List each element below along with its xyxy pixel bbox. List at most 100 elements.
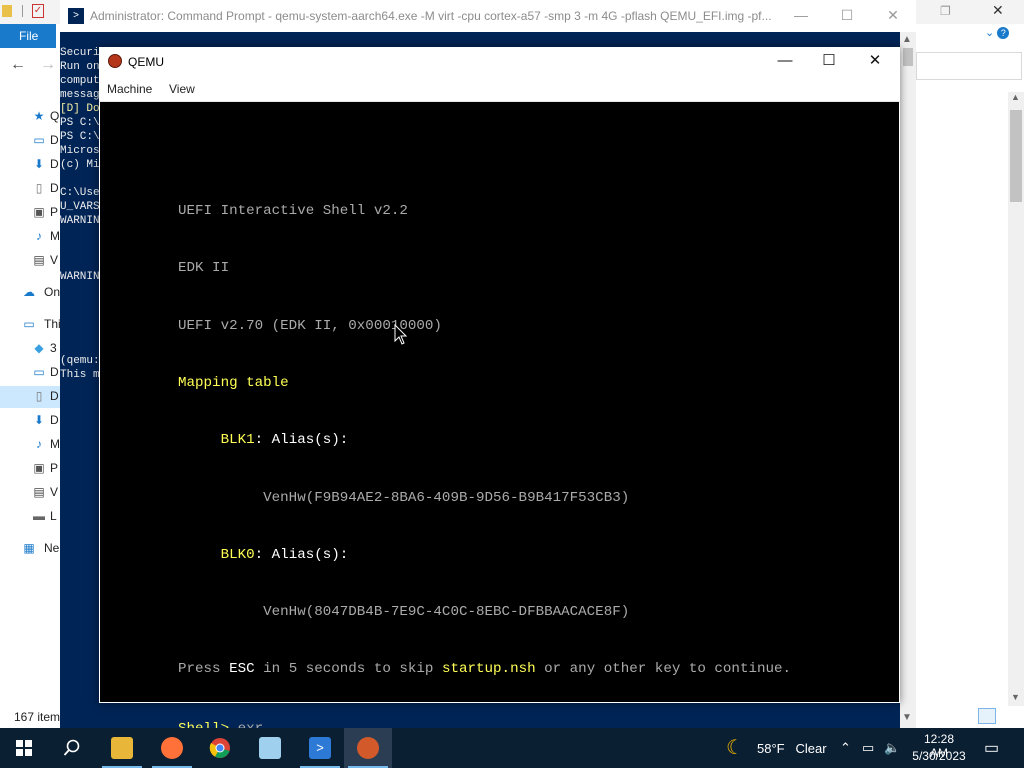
document-icon: ▯ [35, 389, 43, 403]
cmd-output-line: WARNIN [60, 271, 100, 283]
navigation-pane: ★ Qu ▭ D ⬇ D ▯ D ▣ P ♪ M ▤ V ☁ On ▭ Thi … [0, 100, 66, 700]
nav-item-videos[interactable]: ▤ V [0, 250, 60, 272]
music-icon: ♪ [36, 437, 42, 451]
details-view-icon[interactable] [978, 708, 996, 724]
maximize-button[interactable]: ☐ [824, 0, 870, 32]
cmd-output-line: Securi [60, 47, 100, 59]
scroll-up-icon[interactable]: ▲ [902, 34, 912, 45]
moon-icon[interactable]: ☾ [726, 737, 748, 759]
back-arrow-icon[interactable]: ← [10, 56, 26, 74]
clock-date[interactable]: 5/30/2023 [910, 749, 968, 763]
start-button[interactable] [0, 728, 48, 768]
scroll-down-icon[interactable]: ▼ [1011, 692, 1020, 702]
nav-item-desktop-2[interactable]: ▭ D [0, 362, 60, 384]
nav-item-documents[interactable]: ▯ D [0, 178, 60, 200]
notification-icon[interactable]: ▭ [984, 738, 999, 758]
close-button[interactable]: ✕ [852, 47, 898, 77]
cmd-scrollbar[interactable] [900, 32, 916, 730]
weather-temperature: 58°F [757, 741, 785, 756]
nav-item-this-pc[interactable]: ▭ Thi [0, 314, 60, 336]
desktop-icon: ▭ [33, 365, 45, 379]
countdown-text-a: Press [178, 661, 230, 678]
taskbar-file-explorer[interactable] [98, 728, 146, 768]
esc-key-label: ESC [229, 661, 255, 678]
scrollbar-thumb[interactable] [1010, 110, 1022, 202]
scrollbar-thumb[interactable] [903, 48, 913, 66]
qemu-titlebar[interactable]: QEMU — ☐ ✕ [99, 47, 900, 77]
folder-icon [2, 5, 12, 17]
close-button[interactable]: ✕ [870, 0, 916, 32]
weather-widget[interactable]: 58°F Clear [757, 741, 827, 756]
cmd-output-line: WARNIN [60, 215, 100, 227]
download-icon: ⬇ [33, 157, 45, 171]
view-toggle [976, 706, 1022, 726]
restore-icon[interactable]: ❐ [940, 4, 951, 18]
countdown-text-b: in 5 seconds to skip [254, 661, 442, 678]
menu-machine[interactable]: Machine [107, 82, 152, 96]
cmd-output-line: [D] Do [60, 103, 100, 115]
nav-item-pictures-2[interactable]: ▣ P [0, 458, 60, 480]
minimize-button[interactable]: — [762, 47, 808, 77]
cmd-output-line: This m [60, 369, 100, 381]
nav-item-quick-access[interactable]: ★ Qu [0, 106, 66, 128]
startup-countdown-line: Press ESC in 5 seconds to skip startup.n… [178, 660, 791, 679]
cmd-output-line: PS C:\ [60, 117, 100, 129]
taskbar-chrome[interactable] [196, 728, 244, 768]
cmd-output-line [60, 256, 100, 270]
close-icon[interactable]: ✕ [992, 2, 1004, 19]
nav-item-desktop[interactable]: ▭ D [0, 130, 60, 152]
nav-item-documents-2[interactable]: ▯ D [0, 386, 60, 408]
nav-item-music[interactable]: ♪ M [0, 226, 60, 248]
cmd-output-line: (qemu: [60, 355, 100, 367]
taskbar-notepad[interactable] [246, 728, 294, 768]
scroll-up-icon[interactable]: ▲ [1011, 92, 1020, 102]
nav-item-music-2[interactable]: ♪ M [0, 434, 60, 456]
nav-item-local-disk[interactable]: ▬ L [0, 506, 60, 528]
network-icon[interactable]: ▭ [862, 740, 874, 756]
folder-icon [111, 737, 133, 759]
file-tab[interactable]: File [0, 24, 56, 48]
cmd-output-line: U_VARS [60, 201, 100, 213]
notepad-icon [259, 737, 281, 759]
music-icon: ♪ [36, 229, 42, 243]
qemu-display[interactable]: UEFI Interactive Shell v2.2 EDK II UEFI … [100, 102, 899, 737]
blk1-device-line: VenHw(F9B94AE2-8BA6-409B-9D56-B9B417F53C… [178, 489, 791, 508]
nav-item-downloads[interactable]: ⬇ D [0, 154, 60, 176]
minimize-button[interactable]: — [778, 0, 824, 32]
disk-icon: ▬ [33, 509, 45, 523]
qemu-window: QEMU — ☐ ✕ Machine View UEFI Interactive… [99, 47, 900, 737]
desktop-icon: ▭ [33, 133, 45, 147]
speaker-muted-icon[interactable]: 🔈 [884, 740, 900, 756]
forward-arrow-icon[interactable]: → [40, 56, 56, 74]
uefi-shell-output: UEFI Interactive Shell v2.2 EDK II UEFI … [178, 164, 791, 775]
nav-item-3d-objects[interactable]: ◆ 3 [0, 338, 60, 360]
cmd-output: Securi Run on comput messag [D] Do PS C:\ PS C… [60, 46, 100, 382]
menu-view[interactable]: View [169, 82, 195, 96]
checklist-icon[interactable]: ✓ [32, 4, 44, 18]
cmd-window-title: Administrator: Command Prompt - qemu-sys… [90, 9, 772, 23]
blk1-alias: : Alias(s): [254, 432, 349, 449]
document-icon: ▯ [35, 181, 43, 195]
nav-item-videos-2[interactable]: ▤ V [0, 482, 60, 504]
help-icon[interactable]: ? [997, 27, 1010, 39]
search-button[interactable] [48, 728, 96, 768]
nav-item-network[interactable]: ▦ Ne [0, 538, 60, 560]
nav-item-downloads-2[interactable]: ⬇ D [0, 410, 60, 432]
nav-item-pictures[interactable]: ▣ P [0, 202, 60, 224]
chevron-up-icon[interactable]: ⌃ [840, 740, 851, 756]
scroll-down-icon[interactable]: ▼ [902, 712, 912, 723]
cmd-titlebar[interactable]: > Administrator: Command Prompt - qemu-s… [60, 0, 916, 32]
taskbar-firefox[interactable] [148, 728, 196, 768]
large-icons-view-icon[interactable] [1000, 708, 1018, 724]
chevron-down-icon[interactable]: ⌄ ? [985, 26, 1010, 39]
powershell-icon: > [309, 737, 331, 759]
taskbar-qemu[interactable] [344, 728, 392, 768]
network-icon: ▦ [23, 541, 35, 555]
taskbar-powershell[interactable]: > [296, 728, 344, 768]
search-box[interactable] [916, 52, 1022, 80]
nav-item-onedrive[interactable]: ☁ On [0, 282, 60, 304]
video-icon: ▤ [33, 485, 45, 499]
firefox-icon [161, 737, 183, 759]
qemu-logo-icon [357, 737, 379, 759]
maximize-button[interactable]: ☐ [806, 47, 852, 77]
